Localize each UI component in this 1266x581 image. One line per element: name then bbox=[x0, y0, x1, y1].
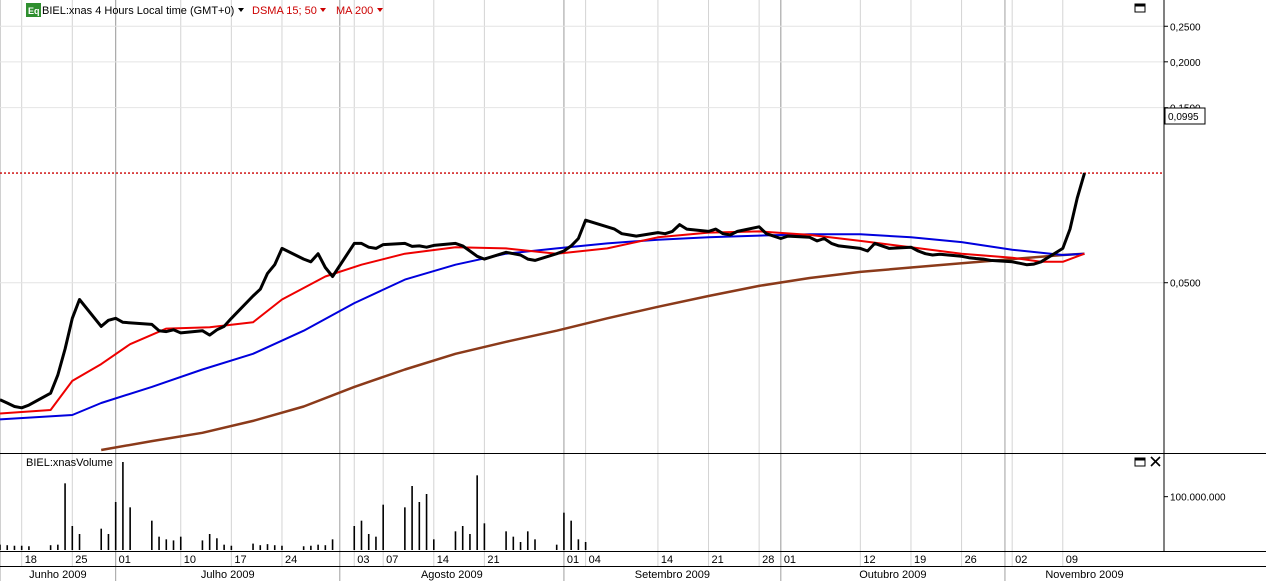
time-axis-day-labels: 18 25 01 10 17 24 03 07 14 21 01 04 14 21 28 01 12 19 26 02… bbox=[25, 554, 1078, 566]
day-label: 26 bbox=[965, 554, 977, 566]
symbol-label[interactable]: BIEL:xnas 4 Hours Local time (GMT+0) bbox=[42, 5, 234, 17]
day-label: 24 bbox=[285, 554, 297, 566]
month-label: Junho 2009 bbox=[29, 569, 87, 581]
eq-badge-text: Eq bbox=[28, 6, 40, 16]
day-label: 04 bbox=[589, 554, 601, 566]
month-label: Novembro 2009 bbox=[1045, 569, 1123, 581]
day-label: 01 bbox=[567, 554, 579, 566]
month-label: Agosto 2009 bbox=[421, 569, 483, 581]
day-label: 21 bbox=[487, 554, 499, 566]
day-label: 09 bbox=[1066, 554, 1078, 566]
day-label: 01 bbox=[784, 554, 796, 566]
dsma-indicator-label[interactable]: DSMA 15; 50 bbox=[252, 5, 317, 17]
volume-bars bbox=[0, 462, 587, 550]
month-label: Julho 2009 bbox=[201, 569, 255, 581]
volume-axis-ticks: 100.000.000 bbox=[1164, 493, 1226, 504]
day-label: 19 bbox=[914, 554, 926, 566]
day-label: 17 bbox=[234, 554, 246, 566]
time-axis-month-labels: Junho 2009 Julho 2009 Agosto 2009 Setembro … bbox=[29, 569, 1124, 581]
ma-indicator-label[interactable]: MA 200 bbox=[336, 5, 373, 17]
volume-tick-label: 100.000.000 bbox=[1170, 493, 1226, 504]
day-label: 14 bbox=[437, 554, 449, 566]
last-price-label: 0,0995 bbox=[1168, 112, 1199, 123]
price-axis-ticks: 0,25000,20000,15000,0500 bbox=[1164, 22, 1201, 290]
stock-chart: 0,25000,20000,15000,0500 100.000.000 182… bbox=[0, 0, 1266, 581]
day-label: 28 bbox=[762, 554, 774, 566]
day-label: 14 bbox=[661, 554, 673, 566]
day-label: 21 bbox=[712, 554, 724, 566]
day-label: 07 bbox=[386, 554, 398, 566]
day-label: 18 bbox=[25, 554, 37, 566]
month-label: Setembro 2009 bbox=[635, 569, 710, 581]
price-tick-label: 0,2500 bbox=[1170, 22, 1201, 33]
volume-panel-label: BIEL:xnasVolume bbox=[26, 457, 113, 469]
day-label: 02 bbox=[1015, 554, 1027, 566]
day-label: 01 bbox=[119, 554, 131, 566]
day-label: 10 bbox=[184, 554, 196, 566]
day-label: 03 bbox=[357, 554, 369, 566]
day-label: 12 bbox=[863, 554, 875, 566]
close-volume-panel-icon[interactable] bbox=[1150, 456, 1161, 467]
month-label: Outubro 2009 bbox=[859, 569, 926, 581]
day-label: 25 bbox=[75, 554, 87, 566]
price-tick-label: 0,0500 bbox=[1170, 279, 1201, 290]
price-tick-label: 0,2000 bbox=[1170, 58, 1201, 69]
